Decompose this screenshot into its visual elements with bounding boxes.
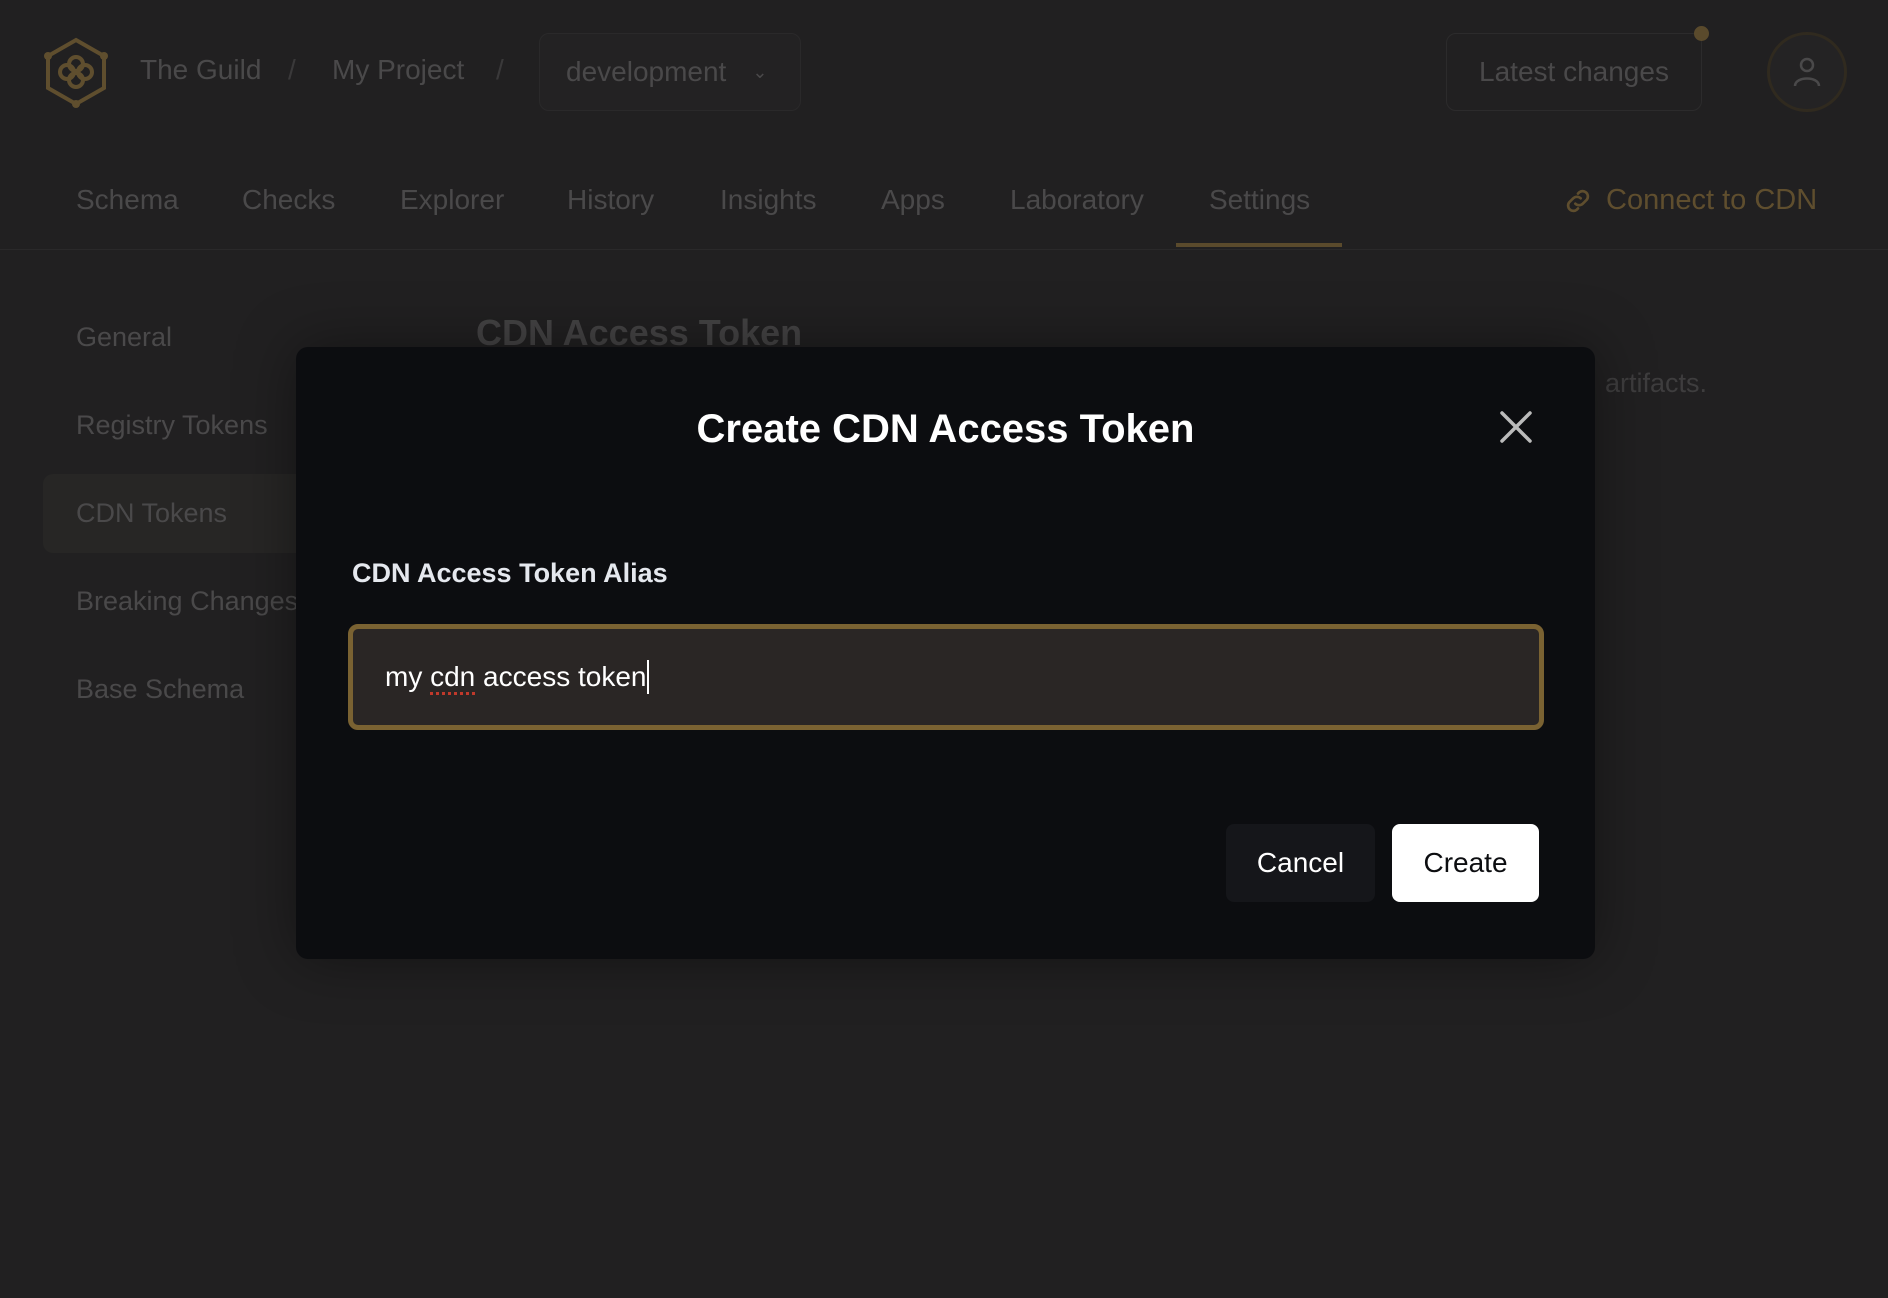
text-caret (647, 660, 650, 694)
tab-checks[interactable]: Checks (242, 184, 335, 216)
logo-icon[interactable] (42, 36, 110, 108)
tab-history[interactable]: History (567, 184, 654, 216)
tab-settings[interactable]: Settings (1209, 184, 1310, 216)
alias-input[interactable]: my cdn access token (348, 624, 1544, 730)
close-button[interactable] (1496, 407, 1536, 447)
tab-laboratory[interactable]: Laboratory (1010, 184, 1144, 216)
chevron-down-icon: ⌄ (752, 61, 768, 82)
environment-label: development (566, 56, 727, 87)
tab-insights[interactable]: Insights (720, 184, 817, 216)
breadcrumb-separator: / (288, 54, 296, 85)
tab-explorer[interactable]: Explorer (400, 184, 504, 216)
latest-changes-button[interactable]: Latest changes (1446, 33, 1702, 111)
close-icon (1500, 411, 1532, 443)
link-icon (1566, 189, 1590, 212)
create-button[interactable]: Create (1392, 824, 1539, 902)
breadcrumb-separator: / (496, 54, 504, 85)
sidebar-item-general[interactable]: General (76, 322, 172, 353)
connect-to-cdn-label: Connect to CDN (1606, 184, 1818, 216)
input-text-suffix: access token (475, 661, 647, 692)
sidebar-item-base-schema[interactable]: Base Schema (76, 674, 244, 705)
environment-dropdown[interactable]: development ⌄ (539, 33, 801, 111)
breadcrumb-organization[interactable]: The Guild (140, 54, 261, 86)
section-description: artifacts. (1605, 368, 1708, 398)
user-avatar-button[interactable] (1767, 32, 1847, 112)
active-tab-indicator (1176, 243, 1342, 247)
dialog-title: Create CDN Access Token (696, 407, 1195, 451)
input-text-misspelled: cdn (430, 661, 476, 692)
user-icon (1793, 57, 1821, 87)
input-text-prefix: my (385, 661, 431, 692)
sidebar-item-breaking-changes[interactable]: Breaking Changes (76, 586, 298, 617)
connect-to-cdn-link[interactable]: Connect to CDN (1562, 184, 1817, 217)
sidebar-item-cdn-tokens[interactable]: CDN Tokens (76, 498, 227, 529)
nav-divider (0, 249, 1888, 250)
tab-schema[interactable]: Schema (76, 184, 179, 216)
cancel-button[interactable]: Cancel (1226, 824, 1375, 902)
alias-field-label: CDN Access Token Alias (352, 558, 668, 588)
tab-apps[interactable]: Apps (881, 184, 945, 216)
create-token-dialog: Create CDN Access Token CDN Access Token… (296, 347, 1595, 959)
notification-dot (1694, 26, 1709, 41)
breadcrumb-project[interactable]: My Project (332, 54, 464, 86)
sidebar-item-registry-tokens[interactable]: Registry Tokens (76, 410, 268, 441)
